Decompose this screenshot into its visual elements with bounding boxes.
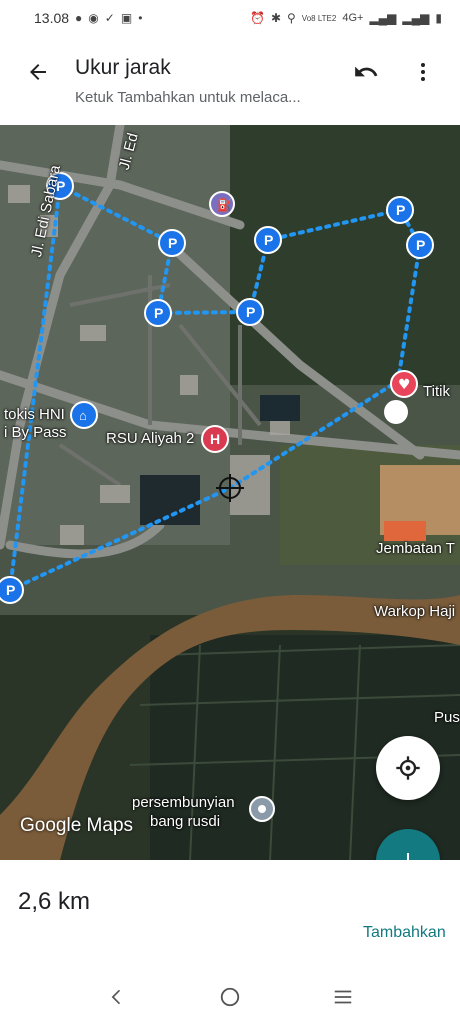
undo-button[interactable] — [348, 54, 384, 90]
svg-text:P: P — [6, 582, 15, 598]
bird-icon: ✓ — [104, 11, 115, 25]
place-label-hospital: RSU Aliyah 2 — [106, 430, 195, 447]
status-bar: 13.08 ● ◉ ✓ ▣ • ⏰ ✱ ⚲ Vo8 LTE2 4G+ ▂▄▆ ▂… — [0, 0, 460, 36]
status-time: 13.08 — [34, 10, 70, 26]
nav-recents-button[interactable] — [323, 977, 363, 1017]
menu-lines-icon — [335, 990, 352, 1004]
bluetooth-icon: ✱ — [270, 11, 281, 25]
svg-text:P: P — [154, 305, 163, 321]
svg-text:P: P — [168, 235, 177, 251]
signal-icon-2: ▂▄▆ — [402, 11, 430, 25]
plus-icon — [400, 853, 416, 860]
nav-back-button[interactable] — [97, 977, 137, 1017]
undo-icon — [355, 66, 378, 77]
place-label-store-1: tokis HNI — [4, 406, 65, 423]
svg-text:P: P — [246, 304, 255, 320]
signal-icon: ▂▄▆ — [369, 11, 397, 25]
add-link-button[interactable]: Tambahkan — [363, 924, 446, 942]
distance-value: 2,6 km — [18, 888, 91, 915]
map-view[interactable]: P P P P P P P P ⌂ ♥ H ⛽ Jl. Ed Jl. Edi S… — [0, 125, 460, 860]
svg-text:P: P — [416, 237, 425, 253]
svg-text:P: P — [396, 202, 405, 218]
page-title: Ukur jarak — [75, 56, 171, 79]
more-options-button[interactable] — [405, 54, 441, 90]
page-subtitle: Ketuk Tambahkan untuk melaca... — [75, 89, 301, 106]
more-vert-icon — [421, 63, 425, 81]
alarm-icon: ⏰ — [249, 11, 265, 25]
svg-text:H: H — [210, 431, 220, 447]
google-maps-logo: Google Maps — [20, 815, 134, 836]
place-label-hideout-1: persembunyian — [132, 794, 235, 811]
chat-icon: ● — [75, 11, 83, 25]
svg-text:P: P — [264, 232, 273, 248]
app-bar: Ukur jarak Ketuk Tambahkan untuk melaca.… — [0, 36, 460, 124]
my-location-button[interactable] — [376, 736, 440, 800]
system-nav-bar — [0, 970, 460, 1024]
dot-icon: • — [138, 11, 143, 25]
nav-home-button[interactable] — [210, 977, 250, 1017]
back-button[interactable] — [20, 54, 56, 90]
app-icon: ▣ — [120, 11, 133, 25]
place-label-pus: Pus — [434, 709, 460, 726]
crosshair-icon — [396, 756, 420, 780]
place-label-bridge: Jembatan T — [376, 540, 455, 557]
measurement-panel: 2,6 km Tambahkan — [0, 860, 460, 960]
arrow-back-icon — [30, 64, 46, 80]
place-label-titik: Titik — [423, 383, 450, 400]
volte-label: Vo8 LTE2 — [301, 13, 337, 23]
svg-text:⛽: ⛽ — [217, 198, 232, 212]
place-label-warkop: Warkop Haji — [374, 603, 456, 620]
network-label: 4G+ — [342, 12, 364, 24]
place-label-store-2: i By Pass — [4, 424, 67, 441]
chevron-left-icon — [111, 989, 120, 1005]
battery-icon: ▮ — [435, 11, 442, 25]
home-circle-icon — [220, 987, 240, 1007]
place-label-hideout-2: bang rusdi — [150, 813, 221, 830]
location-icon: ⚲ — [287, 11, 296, 25]
svg-text:♥: ♥ — [398, 377, 411, 393]
facebook-icon: ◉ — [88, 11, 99, 25]
svg-text:⌂: ⌂ — [79, 408, 87, 423]
